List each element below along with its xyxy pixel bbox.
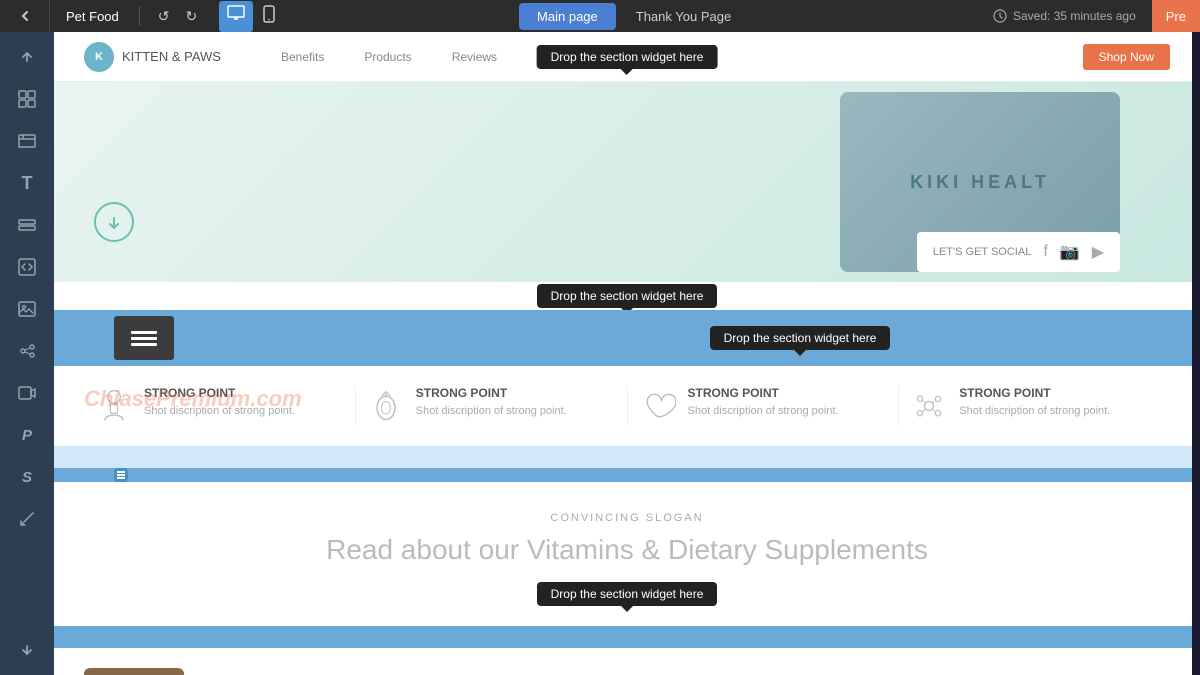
sidebar-paypal[interactable]: P	[7, 416, 47, 454]
sidebar-video[interactable]	[7, 374, 47, 412]
sidebar-layout[interactable]	[7, 206, 47, 244]
sidebar-social[interactable]	[7, 332, 47, 370]
hero-brand-text: KIKI HEALT	[910, 172, 1050, 193]
drop-tooltip-1: Drop the section widget here	[537, 45, 718, 69]
saved-info: Saved: 35 minutes ago	[977, 9, 1152, 23]
sp2-desc: Shot discription of strong point.	[416, 404, 567, 419]
strong-point-4: STRONG POINT Shot discription of strong …	[899, 386, 1170, 426]
sidebar-media[interactable]	[7, 122, 47, 160]
sidebar-stripe[interactable]: S	[7, 458, 47, 496]
sidebar-embed[interactable]	[7, 248, 47, 286]
strong-point-2-text: STRONG POINT Shot discription of strong …	[416, 386, 567, 419]
sidebar-sections[interactable]	[7, 80, 47, 118]
top-bar: Pet Food ↺ ↻ Main page Thank You Page Sa…	[0, 0, 1200, 32]
youtube-icon[interactable]: ▶	[1092, 242, 1104, 262]
light-blue-band	[54, 446, 1200, 468]
nav-logo-text: K	[95, 51, 103, 63]
slogan-main: Read about our Vitamins & Dietary Supple…	[84, 534, 1170, 566]
right-scroll-strip	[1192, 32, 1200, 675]
sidebar-text[interactable]: T	[7, 164, 47, 202]
tab-main-page[interactable]: Main page	[519, 3, 616, 30]
section-widget-icon[interactable]	[114, 316, 174, 360]
nav-link-products[interactable]: Products	[364, 50, 411, 64]
drop-zone-nav: Drop the section widget here	[537, 45, 718, 69]
strong-points-section: ChiasePremium.com STRONG POINT Shot disc…	[54, 366, 1200, 446]
product-bottle-image	[84, 668, 184, 675]
strong-point-1-text: STRONG POINT Shot discription of strong …	[144, 386, 295, 419]
sp4-desc: Shot discription of strong point.	[959, 404, 1110, 419]
saved-text: Saved: 35 minutes ago	[1013, 9, 1136, 23]
strong-point-2-icon	[366, 386, 406, 426]
desktop-view-button[interactable]	[219, 1, 253, 32]
nav-link-benefits[interactable]: Benefits	[281, 50, 324, 64]
mobile-view-button[interactable]	[255, 1, 283, 32]
instagram-icon[interactable]: 📷	[1060, 242, 1080, 262]
divider	[139, 6, 140, 26]
drop-zone-slogan: Drop the section widget here	[84, 582, 1170, 606]
strong-point-4-text: STRONG POINT Shot discription of strong …	[959, 386, 1110, 419]
mini-widget	[114, 468, 128, 482]
nav-logo: K	[84, 42, 114, 72]
drop-tooltip-4: Drop the section widget here	[537, 582, 718, 606]
tab-thank-you[interactable]: Thank You Page	[618, 3, 749, 30]
stripe-icon: S	[22, 469, 32, 486]
sidebar-image[interactable]	[7, 290, 47, 328]
page-name: Pet Food	[50, 9, 135, 24]
strong-point-4-icon	[909, 386, 949, 426]
facebook-icon[interactable]: f	[1043, 243, 1047, 261]
nav-link-reviews[interactable]: Reviews	[452, 50, 497, 64]
text-icon: T	[22, 173, 33, 194]
drop-tooltip-2: Drop the section widget here	[537, 284, 718, 308]
sidebar-misc[interactable]	[7, 500, 47, 538]
drop-tooltip-3: Drop the section widget here	[710, 326, 891, 350]
slogan-sub: CONVINCING SLOGAN	[84, 512, 1170, 524]
social-box: LET'S GET SOCIAL f 📷 ▶	[917, 232, 1120, 272]
drop-zone-blue-band: Drop the section widget here	[400, 310, 1200, 366]
strong-point-1: STRONG POINT Shot discription of strong …	[84, 386, 356, 426]
paypal-icon: P	[22, 427, 32, 444]
left-sidebar: T P S	[0, 32, 54, 675]
sidebar-scroll-up[interactable]	[7, 38, 47, 76]
strong-point-3: STRONG POINT Shot discription of strong …	[628, 386, 900, 426]
nav-section: K KITTEN & PAWS Benefits Products Review…	[54, 32, 1200, 82]
slogan-section: CONVINCING SLOGAN Read about our Vitamin…	[54, 482, 1200, 626]
nav-brand: KITTEN & PAWS	[122, 49, 221, 64]
product-section: Product No. 1 Mushroom extract $100 $80	[54, 648, 1200, 675]
strong-point-1-icon	[94, 386, 134, 426]
sidebar-scroll-down[interactable]	[7, 631, 47, 669]
sp4-title: STRONG POINT	[959, 386, 1110, 400]
drop-zone-bar-2: Drop the section widget here	[54, 282, 1200, 310]
strong-point-3-icon	[638, 386, 678, 426]
page-tabs: Main page Thank You Page	[519, 3, 749, 30]
device-icons-group	[211, 1, 291, 32]
blue-spacer-bottom	[54, 626, 1200, 648]
mini-blue-band	[54, 468, 1200, 482]
redo-button[interactable]: ↻	[180, 6, 204, 27]
blue-band-section: Drop the section widget here	[54, 310, 1200, 366]
preview-button[interactable]: Pre	[1152, 0, 1200, 32]
strong-point-3-text: STRONG POINT Shot discription of strong …	[688, 386, 839, 419]
sp3-title: STRONG POINT	[688, 386, 839, 400]
undo-redo-group: ↺ ↻	[144, 6, 211, 27]
sp1-desc: Shot discription of strong point.	[144, 404, 295, 419]
canvas: K KITTEN & PAWS Benefits Products Review…	[54, 32, 1200, 675]
social-label: LET'S GET SOCIAL	[933, 246, 1031, 258]
back-button[interactable]	[0, 0, 50, 32]
nav-shop-button[interactable]: Shop Now	[1083, 44, 1170, 70]
hero-section: KIKI HEALT LET'S GET SOCIAL f 📷 ▶	[54, 82, 1200, 282]
page-wrapper: K KITTEN & PAWS Benefits Products Review…	[54, 32, 1200, 675]
sp1-title: STRONG POINT	[144, 386, 295, 400]
hero-arrow[interactable]	[94, 202, 134, 242]
sp3-desc: Shot discription of strong point.	[688, 404, 839, 419]
undo-button[interactable]: ↺	[152, 6, 176, 27]
strong-point-2: STRONG POINT Shot discription of strong …	[356, 386, 628, 426]
sp2-title: STRONG POINT	[416, 386, 567, 400]
